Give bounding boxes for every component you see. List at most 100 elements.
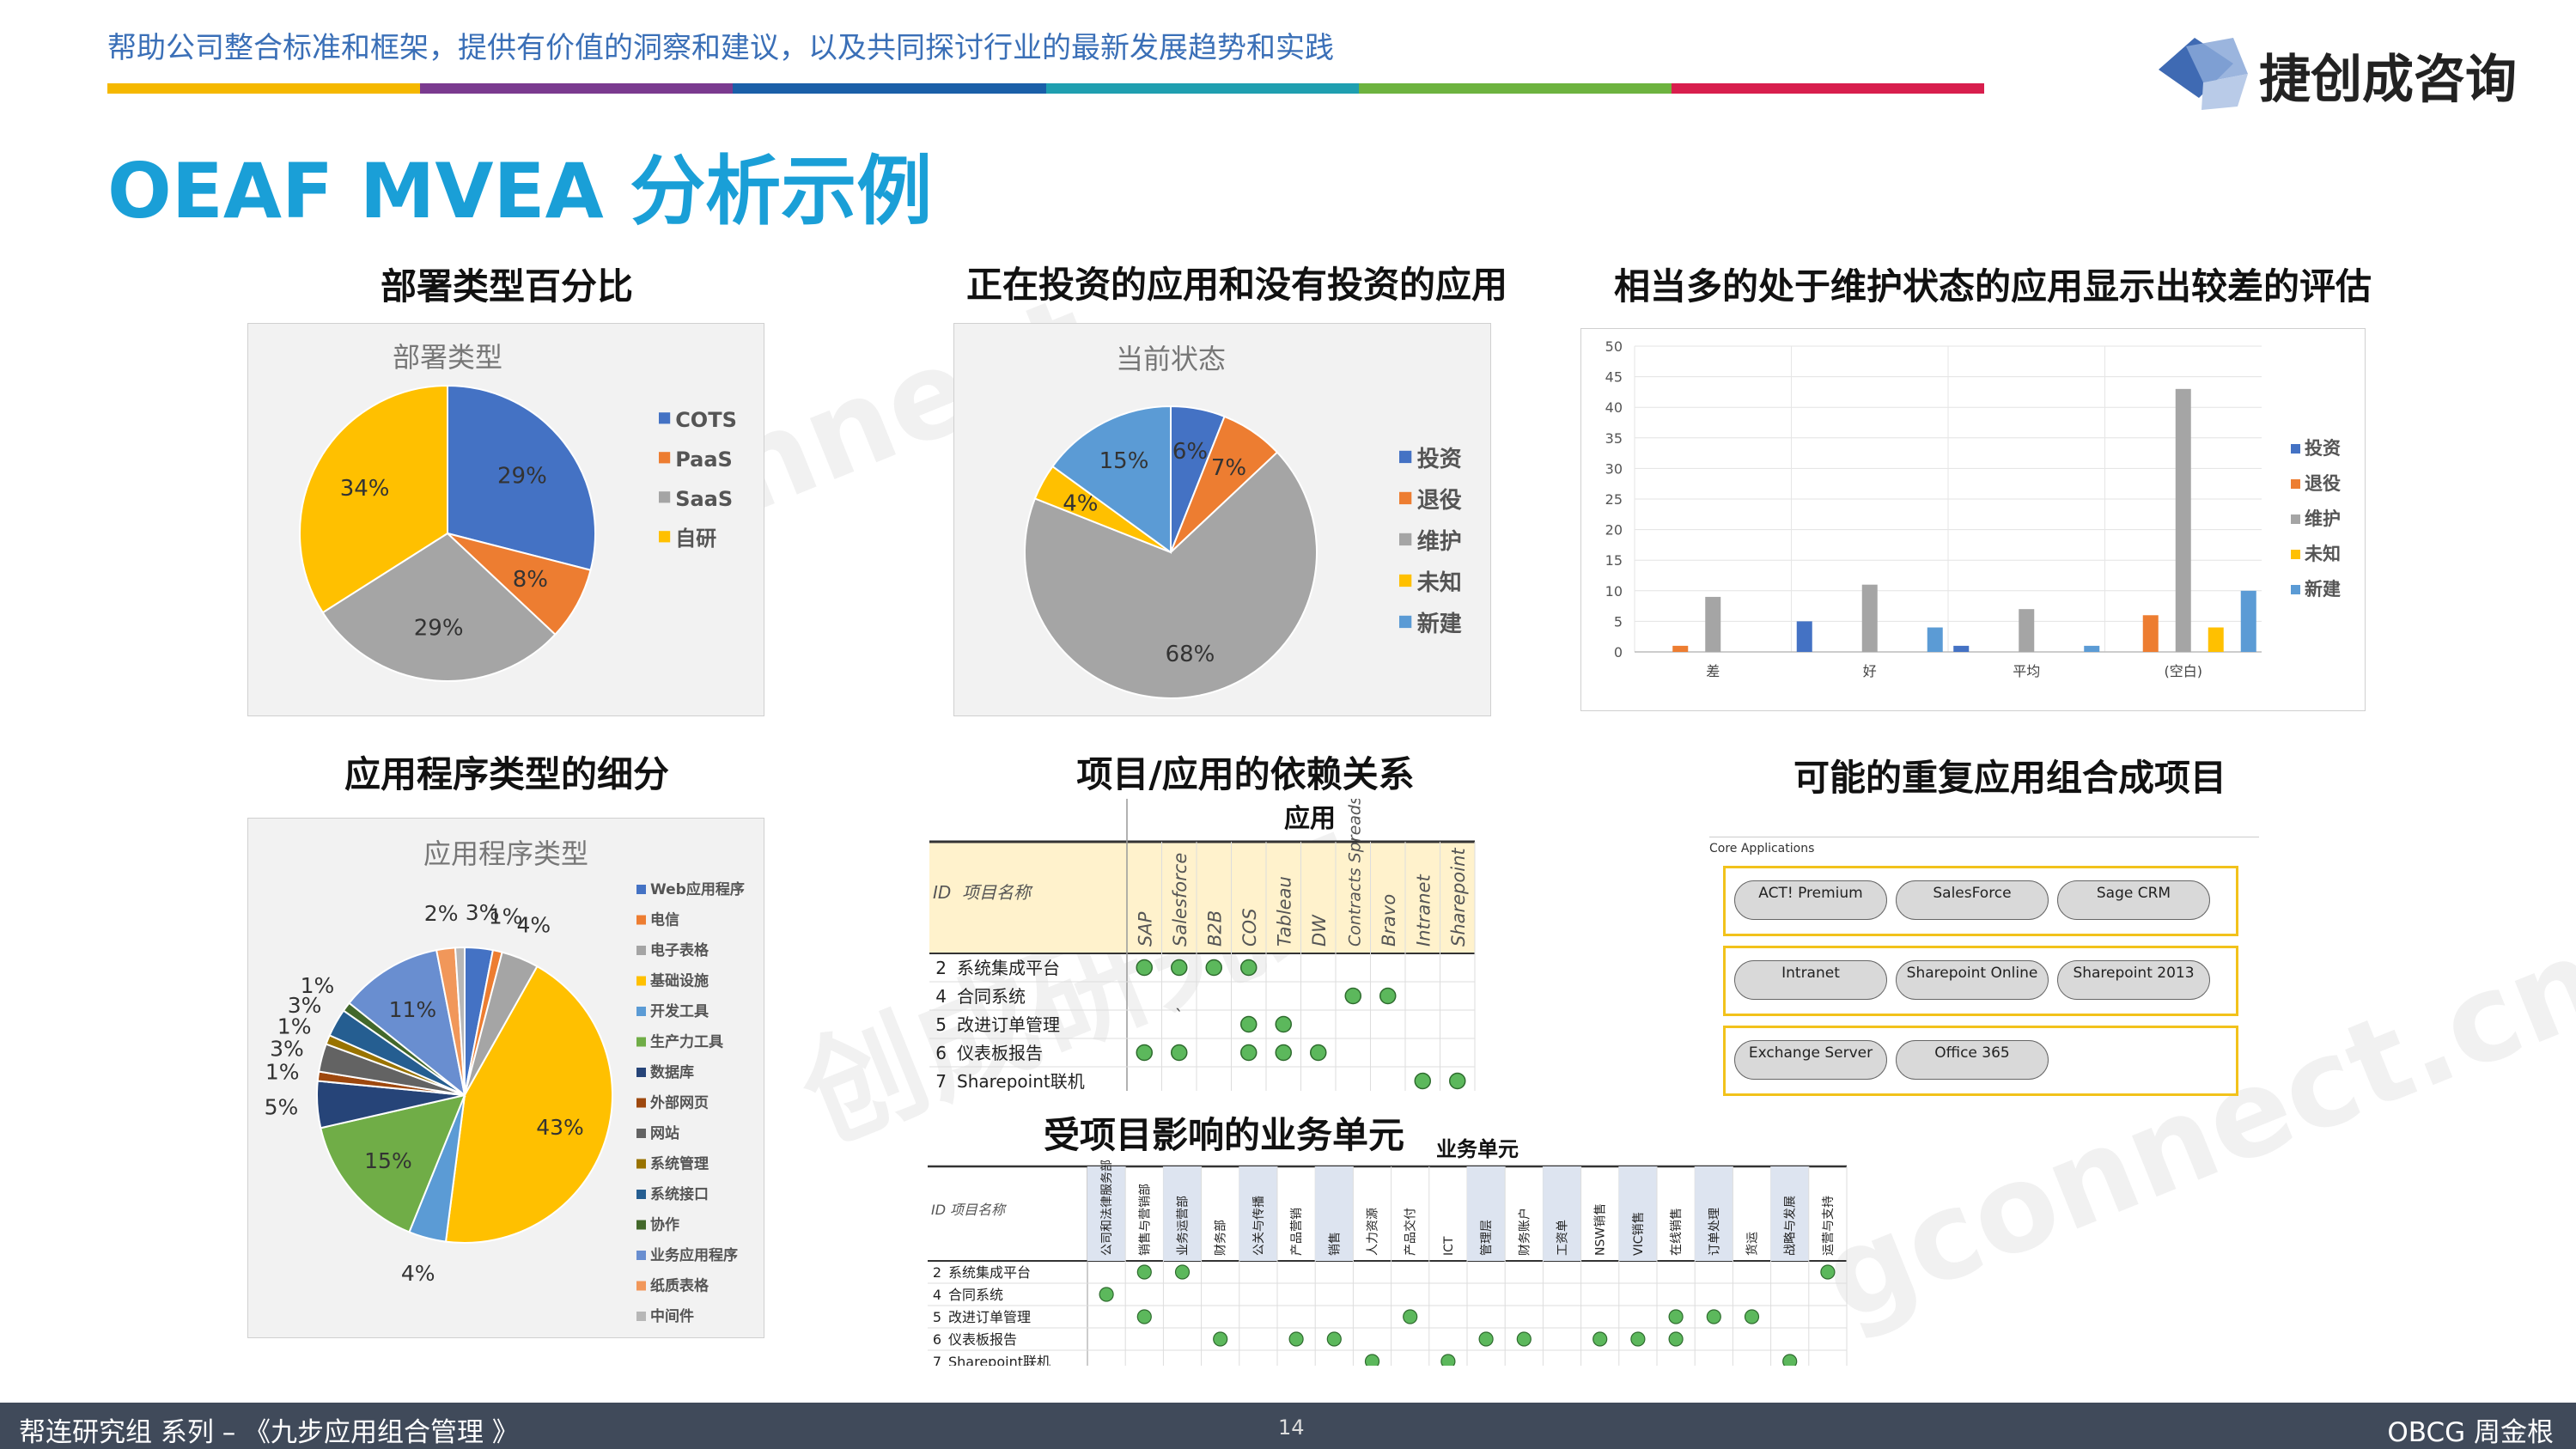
impact-dot	[1403, 1309, 1418, 1324]
bar-chart-maintenance: 0 5 10 15 20 25 30 35 40 45 50 差 好 平均 (空白) 投资退役维护未知新建	[1605, 338, 2341, 679]
legend-swatch	[636, 976, 646, 986]
unit-column-header: 销售	[1328, 1232, 1342, 1256]
y-tick-label: 45	[1605, 369, 1623, 386]
id-header: ID	[931, 1202, 946, 1218]
legend-swatch	[636, 915, 646, 925]
legend-entry: 维护	[2305, 508, 2341, 529]
legend-entry: 退役	[1417, 488, 1462, 514]
row-id: 5	[935, 1014, 947, 1035]
y-tick-label: 35	[1605, 430, 1623, 447]
app-column-header: DW	[1309, 914, 1330, 947]
unit-column-header: 公关与传播	[1252, 1196, 1266, 1256]
row-id: 5	[933, 1309, 941, 1325]
unit-column-header: 产品营销	[1290, 1208, 1304, 1256]
impact-dot	[1744, 1309, 1760, 1324]
legend-entry: 网站	[650, 1124, 679, 1142]
dependency-dot	[1379, 987, 1397, 1005]
dependency-dot	[1240, 1015, 1258, 1033]
logo-cube-icon	[2159, 38, 2248, 110]
unit-column-header: 公司和法律服务部	[1100, 1160, 1114, 1256]
business-unit-matrix: 业务单元 ID 项目名称 公司和法律服务部 销售与营销部 业务运营部 财务部 公关与传播 产品营…	[928, 1137, 1848, 1366]
app-column-header: COS	[1239, 908, 1260, 947]
legend-entry: Web应用程序	[650, 880, 745, 898]
legend-entry: 投资	[2305, 438, 2341, 459]
dependency-dot	[1171, 1044, 1188, 1062]
y-tick-label: 0	[1614, 644, 1623, 661]
stray-mark: `	[1175, 1006, 1184, 1026]
legend-swatch	[636, 1312, 646, 1321]
legend-swatch	[2291, 514, 2300, 524]
row-name: 改进订单管理	[948, 1309, 1031, 1325]
legend-entry: 电信	[650, 911, 679, 929]
pie-data-label: 11%	[389, 997, 437, 1022]
legend-entry: 新建	[2305, 579, 2341, 600]
dependency-dot	[1205, 959, 1222, 977]
legend-swatch	[636, 1129, 646, 1138]
section-title-deploy: 部署类型百分比	[380, 265, 633, 307]
row-id: 4	[933, 1287, 941, 1303]
app-column-header: Sharepoint	[1448, 848, 1469, 947]
legend-swatch	[636, 1281, 646, 1291]
pie-data-label: 3%	[270, 1037, 304, 1062]
duplicate-app-diagram: Core Applications ACT! Premium SalesForce S…	[1709, 833, 2259, 1108]
impact-dot	[1820, 1264, 1836, 1280]
row-name: 合同系统	[957, 986, 1026, 1007]
logo-text: 捷创成咨询	[2259, 50, 2517, 110]
bar	[2175, 388, 2191, 652]
section-title-dependency: 项目/应用的依赖关系	[1076, 753, 1415, 795]
legend-swatch	[659, 412, 671, 424]
unit-column-header: 销售与营销部	[1138, 1184, 1152, 1256]
impact-dot	[1668, 1309, 1684, 1324]
bar	[2208, 627, 2224, 652]
bar	[2240, 590, 2256, 652]
impact-dot	[1630, 1331, 1646, 1347]
chart-panel-deploy: 部署类型 29% 8% 29% 34% COTS PaaS SaaS 自研	[247, 323, 764, 716]
color-bar-segment	[107, 83, 421, 94]
pie-data-label: 4%	[401, 1261, 435, 1286]
section-title-apptype: 应用程序类型的细分	[344, 753, 669, 795]
legend-swatch	[636, 1098, 646, 1108]
impact-dot	[1136, 1264, 1152, 1280]
row-name: 合同系统	[948, 1287, 1003, 1303]
legend-swatch	[2291, 550, 2300, 559]
y-tick-label: 15	[1605, 552, 1623, 569]
y-tick-label: 5	[1614, 613, 1623, 630]
app-column-header: Tableau	[1274, 876, 1294, 947]
unit-column-header: 订单处理	[1708, 1208, 1721, 1256]
pie-data-label: 1%	[265, 1060, 300, 1085]
row-id: 2	[935, 958, 947, 978]
pie-chart-status: 当前状态6%7%68%4%15% 投资退役维护未知新建	[1024, 343, 1462, 699]
row-name: 仪表板报告	[957, 1043, 1043, 1063]
legend-entry: 维护	[1417, 528, 1462, 555]
app-pill: ACT! Premium	[1734, 880, 1887, 920]
legend-entry: 协作	[650, 1216, 679, 1234]
app-column-header: SAP	[1135, 911, 1155, 947]
unit-column-header: 战略与发展	[1784, 1196, 1798, 1256]
legend-swatch	[1399, 450, 1412, 464]
impact-dot	[1099, 1287, 1114, 1302]
legend-swatch	[636, 1220, 646, 1230]
app-pill: Exchange Server	[1734, 1040, 1887, 1080]
legend-entry: 自研	[675, 527, 716, 551]
legend-swatch	[1399, 615, 1412, 629]
legend-entry: 中间件	[650, 1307, 694, 1325]
bar	[1927, 627, 1943, 652]
legend-swatch	[2291, 444, 2300, 454]
row-id: 4	[935, 986, 947, 1007]
row-id: 7	[933, 1354, 941, 1366]
impact-dot	[1213, 1331, 1228, 1347]
footer-author: OBCG 周金根	[2387, 1417, 2554, 1448]
legend-swatch	[2291, 585, 2300, 594]
bar	[1796, 621, 1812, 652]
row-name: Sharepoint联机	[948, 1354, 1050, 1366]
chart-title: 部署类型	[393, 341, 502, 374]
app-pill: Sage CRM	[2057, 880, 2210, 920]
dependency-dot	[1344, 987, 1361, 1005]
header-color-bar	[107, 83, 1985, 94]
color-bar-segment	[420, 83, 734, 94]
pie-data-label: 6%	[1172, 439, 1208, 465]
row-id: 2	[933, 1264, 941, 1281]
row-name: 系统集成平台	[957, 958, 1060, 978]
legend-entry: 纸质表格	[650, 1277, 709, 1295]
bar	[2084, 645, 2100, 652]
